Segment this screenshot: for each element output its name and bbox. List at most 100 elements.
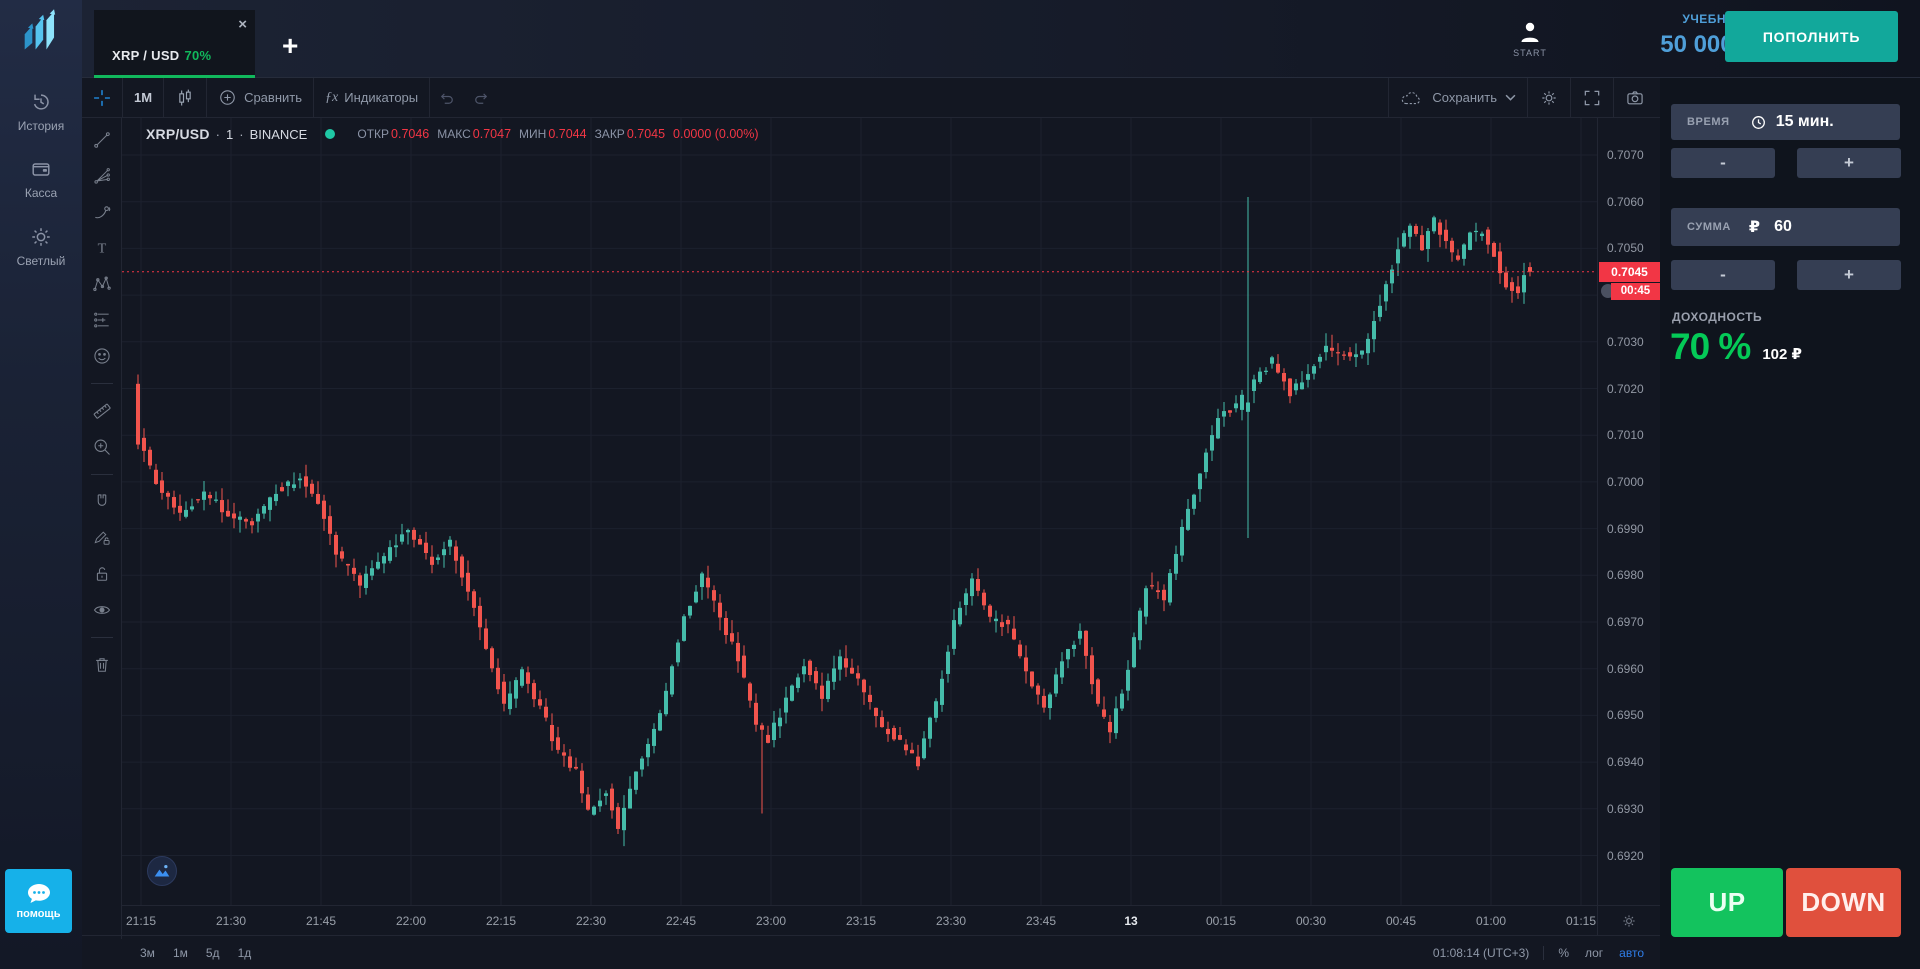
- expiry-countdown-badge: 00:45: [1611, 283, 1660, 300]
- price-tick: 0.7070: [1607, 148, 1644, 162]
- time-tick: 21:45: [306, 914, 336, 928]
- sidebar-item-cashier[interactable]: Касса: [0, 158, 82, 202]
- payout-percent: 70 %: [1670, 326, 1750, 368]
- price-tick: 0.6920: [1607, 849, 1644, 863]
- chart-toolbar: 1М Сравнить ƒx Индикаторы: [82, 78, 1660, 118]
- price-tick: 0.7030: [1607, 335, 1644, 349]
- tab-close-icon[interactable]: ×: [238, 18, 247, 32]
- drawing-lock-tool[interactable]: [84, 520, 120, 556]
- time-plus-button[interactable]: +: [1797, 148, 1901, 178]
- magnet-tool[interactable]: [84, 484, 120, 520]
- lock-all-tool[interactable]: [84, 556, 120, 592]
- time-tick: 22:15: [486, 914, 516, 928]
- indicators-button[interactable]: ƒx Индикаторы: [314, 78, 429, 118]
- price-tick: 0.7000: [1607, 475, 1644, 489]
- chart-settings-button[interactable]: [1528, 78, 1570, 118]
- hide-all-tool[interactable]: [84, 592, 120, 628]
- range-preset-1м[interactable]: 1м: [173, 946, 188, 960]
- amount-minus-button[interactable]: -: [1671, 260, 1775, 290]
- sidebar-item-history[interactable]: История: [0, 91, 82, 135]
- interval-button[interactable]: 1М: [123, 78, 163, 118]
- wallet-icon: [30, 158, 52, 180]
- range-presets: 3м 1м 5д 1д: [140, 946, 251, 960]
- forecast-tool[interactable]: [84, 302, 120, 338]
- candlestick-icon: [175, 88, 195, 108]
- sidebar-item-label: История: [18, 119, 65, 133]
- time-tick: 22:30: [576, 914, 606, 928]
- price-tick: 0.7020: [1607, 382, 1644, 396]
- price-tick: 0.6960: [1607, 662, 1644, 676]
- time-tick: 01:15: [1566, 914, 1596, 928]
- sidebar-item-theme[interactable]: Светлый: [0, 226, 82, 270]
- up-button[interactable]: UP: [1671, 868, 1783, 937]
- minimap-button[interactable]: [147, 856, 177, 886]
- current-price-badge: 0.7045: [1599, 262, 1660, 282]
- ruler-tool[interactable]: [84, 393, 120, 429]
- tab-xrp-usd[interactable]: × XRP / USD70%: [94, 10, 255, 78]
- time-tick: 23:15: [846, 914, 876, 928]
- remove-all-tool[interactable]: [84, 647, 120, 683]
- brush-tool[interactable]: [84, 194, 120, 230]
- trend-line-tool[interactable]: [84, 122, 120, 158]
- amount-value: 60: [1774, 218, 1792, 236]
- price-tick: 0.6970: [1607, 615, 1644, 629]
- amount-field[interactable]: СУММА ₽ 60: [1671, 208, 1900, 246]
- crosshair-tool[interactable]: [82, 78, 122, 118]
- time-minus-button[interactable]: -: [1671, 148, 1775, 178]
- time-axis[interactable]: 21:1521:3021:4522:0022:1522:3022:4523:00…: [122, 905, 1597, 935]
- screenshot-button[interactable]: [1614, 78, 1660, 118]
- clock-readout[interactable]: 01:08:14 (UTC+3): [1433, 946, 1529, 960]
- time-tick: 00:45: [1386, 914, 1416, 928]
- add-tab-button[interactable]: +: [282, 34, 298, 58]
- time-field[interactable]: ВРЕМЯ 15 мин.: [1671, 104, 1900, 140]
- gear-icon: [1539, 88, 1559, 108]
- redo-button[interactable]: [464, 78, 498, 118]
- user-avatar-icon[interactable]: [1518, 20, 1542, 44]
- gann-fib-tool[interactable]: [84, 158, 120, 194]
- legend-open: 0.7046: [391, 127, 429, 141]
- chart-pane[interactable]: XRP/USD · 1 · BINANCE ОТКР0.7046 МАКС0.7…: [122, 118, 1597, 905]
- legend-high: 0.7047: [473, 127, 511, 141]
- candlestick-chart[interactable]: [122, 118, 1597, 905]
- legend-change: 0.0000 (0.00%): [673, 127, 758, 141]
- undo-button[interactable]: [430, 78, 464, 118]
- auto-scale-toggle[interactable]: авто: [1619, 946, 1644, 960]
- emoji-tool[interactable]: [84, 338, 120, 374]
- price-tick: 0.6990: [1607, 522, 1644, 536]
- legend-low: 0.7044: [548, 127, 586, 141]
- log-scale-toggle[interactable]: лог: [1585, 946, 1603, 960]
- chart-type-button[interactable]: [164, 78, 206, 118]
- chart-legend: XRP/USD · 1 · BINANCE ОТКР0.7046 МАКС0.7…: [146, 126, 759, 142]
- range-preset-1д[interactable]: 1д: [238, 946, 252, 960]
- crosshair-icon: [92, 88, 112, 108]
- zoom-in-tool[interactable]: [84, 429, 120, 465]
- time-tick: 23:30: [936, 914, 966, 928]
- save-layout-button[interactable]: Сохранить: [1389, 78, 1527, 118]
- help-button-label: помощь: [17, 908, 61, 920]
- time-tick: 00:15: [1206, 914, 1236, 928]
- compare-button[interactable]: Сравнить: [207, 78, 313, 118]
- range-preset-3м[interactable]: 3м: [140, 946, 155, 960]
- chart-bottom-bar: 3м 1м 5д 1д 01:08:14 (UTC+3) % лог авто: [82, 935, 1660, 969]
- time-tick: 13: [1124, 914, 1137, 928]
- percent-scale-toggle[interactable]: %: [1558, 946, 1569, 960]
- history-icon: [30, 91, 52, 113]
- price-tick: 0.6940: [1607, 755, 1644, 769]
- time-tick: 01:00: [1476, 914, 1506, 928]
- range-preset-5д[interactable]: 5д: [206, 946, 220, 960]
- price-axis[interactable]: 0.70700.70600.70500.70300.70200.70100.70…: [1597, 118, 1660, 905]
- time-tick: 22:00: [396, 914, 426, 928]
- amount-plus-button[interactable]: +: [1797, 260, 1901, 290]
- text-tool[interactable]: T: [84, 230, 120, 266]
- chat-bubble-icon: [25, 882, 53, 906]
- down-button[interactable]: DOWN: [1786, 868, 1901, 937]
- deposit-button[interactable]: ПОПОЛНИТЬ: [1725, 11, 1898, 62]
- price-tick: 0.6980: [1607, 568, 1644, 582]
- fullscreen-button[interactable]: [1571, 78, 1613, 118]
- help-button[interactable]: помощь: [5, 869, 72, 933]
- time-tick: 21:15: [126, 914, 156, 928]
- xabcd-pattern-tool[interactable]: [84, 266, 120, 302]
- chart-region: 1М Сравнить ƒx Индикаторы: [82, 78, 1660, 969]
- axis-settings-button[interactable]: [1597, 905, 1660, 935]
- time-value: 15 мин.: [1776, 113, 1834, 131]
